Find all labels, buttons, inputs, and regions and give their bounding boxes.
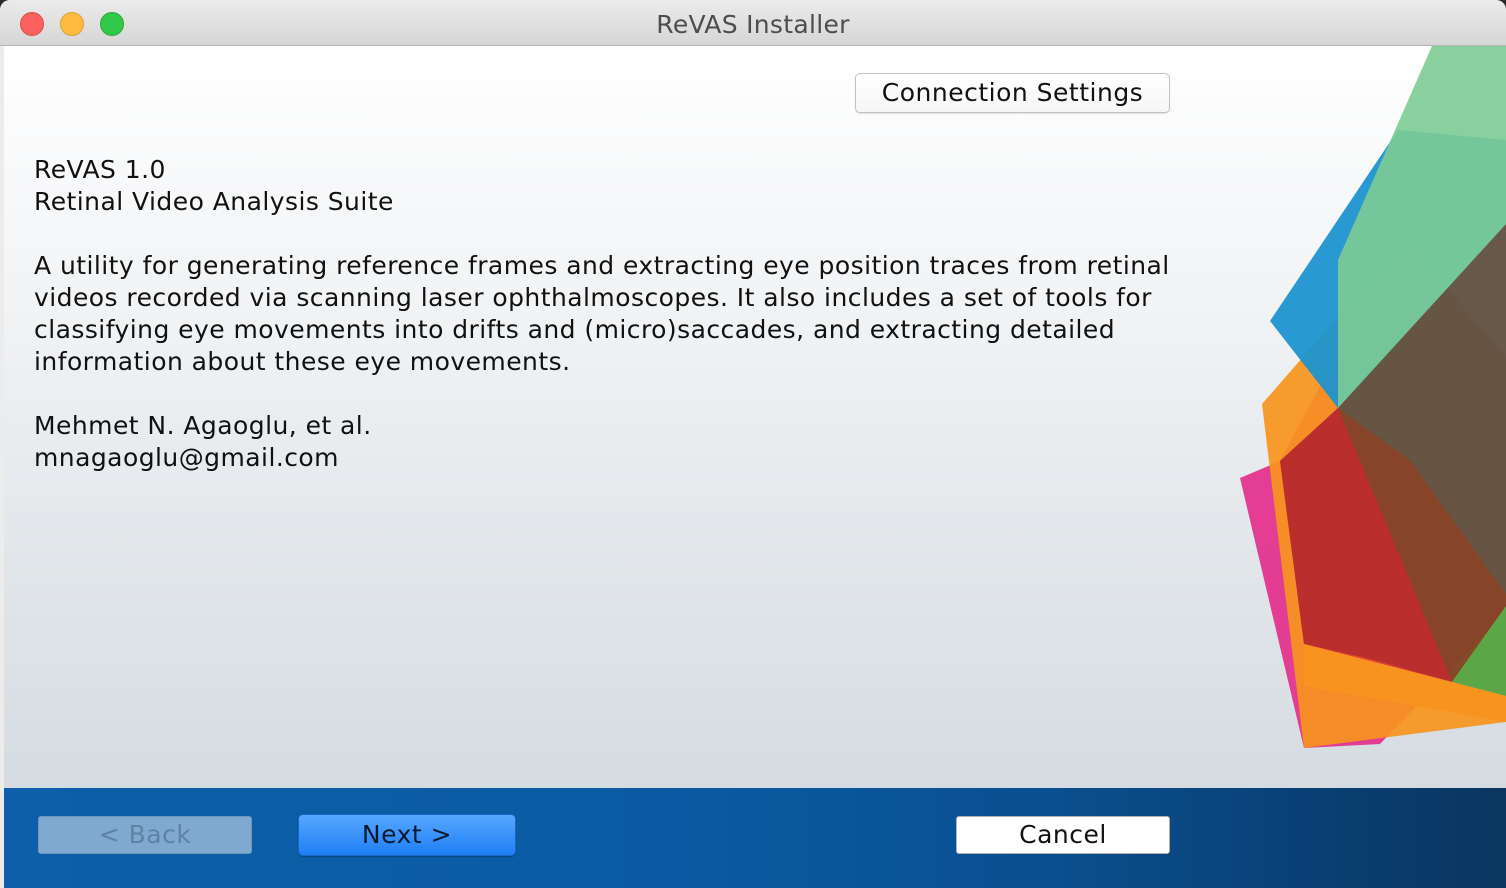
back-button[interactable]: < Back bbox=[38, 816, 252, 854]
installer-window: ReVAS Installer Connection Settings ReVA… bbox=[0, 0, 1506, 888]
product-name: ReVAS 1.0 bbox=[34, 155, 166, 184]
product-description: A utility for generating reference frame… bbox=[34, 250, 1170, 378]
next-button[interactable]: Next > bbox=[298, 814, 516, 856]
title-bar[interactable]: ReVAS Installer bbox=[0, 0, 1506, 46]
author-email: mnagaoglu@gmail.com bbox=[34, 443, 339, 472]
wizard-footer: < Back Next > Cancel bbox=[4, 788, 1506, 888]
description-line: videos recorded via scanning laser ophth… bbox=[34, 283, 1152, 312]
connection-settings-button[interactable]: Connection Settings bbox=[855, 73, 1170, 113]
author-info: Mehmet N. Agaoglu, et al. mnagaoglu@gmai… bbox=[34, 410, 372, 474]
window-title: ReVAS Installer bbox=[656, 10, 850, 39]
author-name: Mehmet N. Agaoglu, et al. bbox=[34, 411, 372, 440]
description-line: information about these eye movements. bbox=[34, 347, 571, 376]
cancel-button[interactable]: Cancel bbox=[956, 816, 1170, 854]
product-header: ReVAS 1.0 Retinal Video Analysis Suite bbox=[34, 154, 394, 218]
welcome-panel: Connection Settings ReVAS 1.0 Retinal Vi… bbox=[4, 46, 1506, 788]
description-line: classifying eye movements into drifts an… bbox=[34, 315, 1116, 344]
description-line: A utility for generating reference frame… bbox=[34, 251, 1170, 280]
decorative-graphic bbox=[1240, 46, 1506, 748]
product-full-name: Retinal Video Analysis Suite bbox=[34, 187, 394, 216]
